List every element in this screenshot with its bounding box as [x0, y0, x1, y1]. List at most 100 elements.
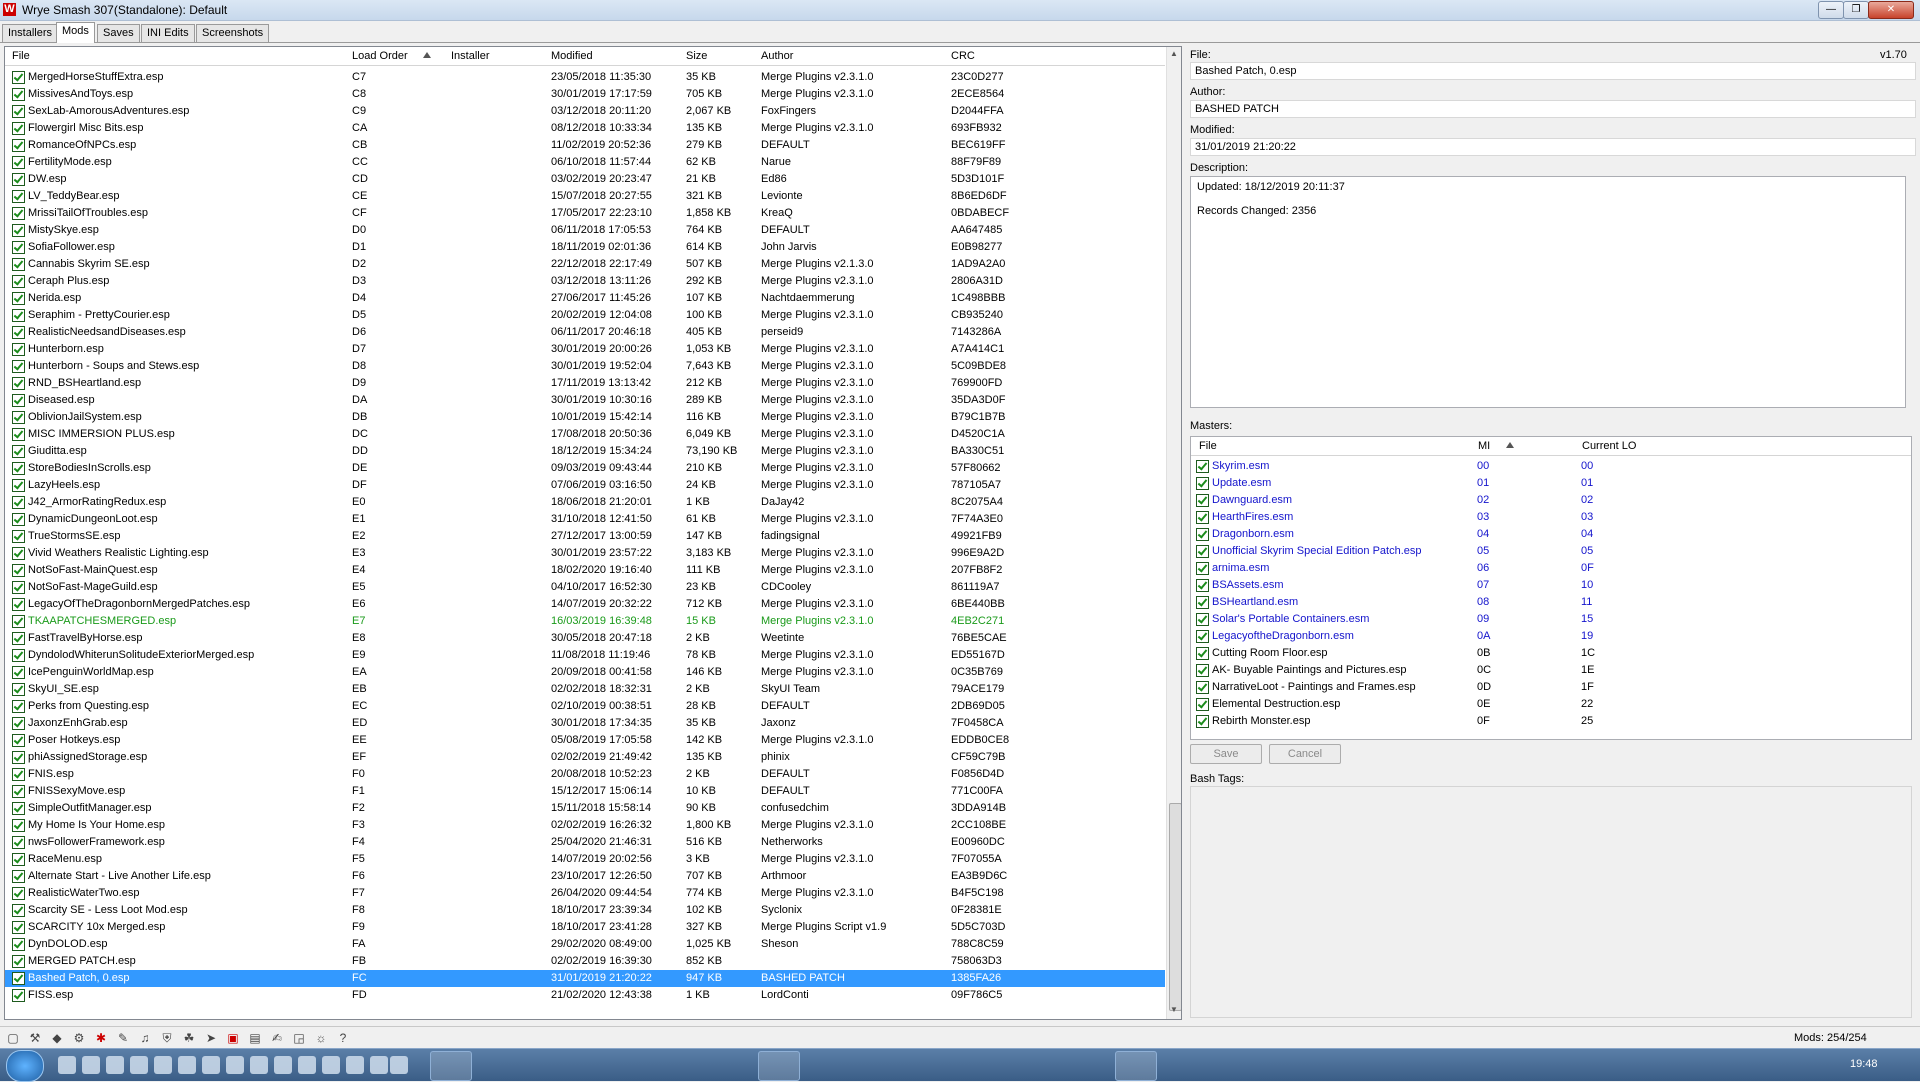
mod-checkbox[interactable] [12, 615, 25, 628]
col-author[interactable]: Author [761, 50, 793, 62]
tool-icon[interactable]: ⚒ [28, 1031, 42, 1045]
mod-checkbox[interactable] [12, 360, 25, 373]
star-icon[interactable]: ✱ [94, 1031, 108, 1045]
master-row[interactable]: Unofficial Skyrim Special Edition Patch.… [1191, 543, 1891, 560]
master-row[interactable]: AK- Buyable Paintings and Pictures.esp 0C… [1191, 662, 1891, 679]
master-row[interactable]: arnima.esm 06 0F [1191, 560, 1891, 577]
edit-icon[interactable]: ✍ [270, 1031, 284, 1045]
mod-checkbox[interactable] [12, 802, 25, 815]
mod-checkbox[interactable] [12, 853, 25, 866]
master-row[interactable]: BSHeartland.esm 08 11 [1191, 594, 1891, 611]
mod-checkbox[interactable] [12, 819, 25, 832]
master-row[interactable]: Solar's Portable Containers.esm 09 15 [1191, 611, 1891, 628]
table-row[interactable]: JaxonzEnhGrab.esp ED 30/01/2018 17:34:35 35… [5, 715, 1165, 732]
table-row[interactable]: SexLab-AmorousAdventures.esp C9 03/12/2018… [5, 103, 1165, 120]
table-row[interactable]: Giuditta.esp DD 18/12/2019 15:34:24 73,190 … [5, 443, 1165, 460]
mod-checkbox[interactable] [12, 394, 25, 407]
col-file[interactable]: File [12, 50, 30, 62]
table-row[interactable]: FISS.esp FD 21/02/2020 12:43:38 1 KB LordCon… [5, 987, 1165, 1004]
masters-col-file[interactable]: File [1199, 440, 1217, 452]
table-row[interactable]: FNIS.esp F0 20/08/2018 10:52:23 2 KB DEFAULT… [5, 766, 1165, 783]
mod-checkbox[interactable] [12, 411, 25, 424]
table-row[interactable]: Alternate Start - Live Another Life.esp F… [5, 868, 1165, 885]
master-row[interactable]: Skyrim.esm 00 00 [1191, 458, 1891, 475]
mod-checkbox[interactable] [12, 564, 25, 577]
folder-icon[interactable]: ◲ [292, 1031, 306, 1045]
author-field[interactable]: BASHED PATCH [1190, 100, 1916, 118]
col-modified[interactable]: Modified [551, 50, 593, 62]
table-row[interactable]: Ceraph Plus.esp D3 03/12/2018 13:11:26 292 … [5, 273, 1165, 290]
mods-list[interactable]: File Load Order Installer Modified Size … [4, 46, 1182, 1020]
mod-checkbox[interactable] [12, 122, 25, 135]
taskbar-app-icon[interactable] [298, 1056, 316, 1074]
file-field[interactable]: Bashed Patch, 0.esp [1190, 62, 1916, 80]
col-load-order[interactable]: Load Order [352, 50, 408, 62]
masters-col-current-lo[interactable]: Current LO [1582, 440, 1636, 452]
mod-checkbox[interactable] [12, 258, 25, 271]
mod-checkbox[interactable] [12, 207, 25, 220]
diamond-icon[interactable]: ◆ [50, 1031, 64, 1045]
master-checkbox[interactable] [1196, 477, 1209, 490]
mod-checkbox[interactable] [12, 445, 25, 458]
taskbar-app-icon[interactable] [58, 1056, 76, 1074]
masters-col-mi[interactable]: MI [1478, 440, 1490, 452]
taskbar-explorer-button[interactable] [430, 1051, 472, 1081]
mod-checkbox[interactable] [12, 547, 25, 560]
table-row[interactable]: Nerida.esp D4 27/06/2017 11:45:26 107 KB Nac… [5, 290, 1165, 307]
taskbar-app-icon[interactable] [202, 1056, 220, 1074]
table-row[interactable]: NotSoFast-MainQuest.esp E4 18/02/2020 19:1… [5, 562, 1165, 579]
table-row[interactable]: MERGED PATCH.esp FB 02/02/2019 16:39:30 852… [5, 953, 1165, 970]
mod-checkbox[interactable] [12, 666, 25, 679]
table-row[interactable]: SimpleOutfitManager.esp F2 15/11/2018 15:5… [5, 800, 1165, 817]
mod-checkbox[interactable] [12, 479, 25, 492]
launcher-icon[interactable]: ▣ [226, 1031, 240, 1045]
master-checkbox[interactable] [1196, 528, 1209, 541]
modified-field[interactable]: 31/01/2019 21:20:22 [1190, 138, 1916, 156]
mod-checkbox[interactable] [12, 581, 25, 594]
table-row[interactable]: MrissiTailOfTroubles.esp CF 17/05/2017 22:… [5, 205, 1165, 222]
cancel-button[interactable]: Cancel [1269, 744, 1341, 764]
headset-icon[interactable]: ♫ [138, 1031, 152, 1045]
table-row[interactable]: LazyHeels.esp DF 07/06/2019 03:16:50 24 KB M… [5, 477, 1165, 494]
table-row[interactable]: RaceMenu.esp F5 14/07/2019 20:02:56 3 KB Mer… [5, 851, 1165, 868]
table-row[interactable]: Hunterborn - Soups and Stews.esp D8 30/01/… [5, 358, 1165, 375]
master-row[interactable]: LegacyoftheDragonborn.esm 0A 19 [1191, 628, 1891, 645]
tab-installers[interactable]: Installers [2, 24, 59, 42]
table-row[interactable]: IcePenguinWorldMap.esp EA 20/09/2018 00:41… [5, 664, 1165, 681]
mod-checkbox[interactable] [12, 139, 25, 152]
table-row[interactable]: DynamicDungeonLoot.esp E1 31/10/2018 12:41… [5, 511, 1165, 528]
save-button[interactable]: Save [1190, 744, 1262, 764]
master-checkbox[interactable] [1196, 613, 1209, 626]
mod-checkbox[interactable] [12, 700, 25, 713]
mod-checkbox[interactable] [12, 785, 25, 798]
settings-icon[interactable]: ☼ [314, 1031, 328, 1045]
master-checkbox[interactable] [1196, 715, 1209, 728]
leaf-icon[interactable]: ☘ [182, 1031, 196, 1045]
table-row[interactable]: Poser Hotkeys.esp EE 05/08/2019 17:05:58 14… [5, 732, 1165, 749]
master-checkbox[interactable] [1196, 681, 1209, 694]
taskbar-app-icon[interactable] [130, 1056, 148, 1074]
help-icon[interactable]: ? [336, 1031, 350, 1045]
master-checkbox[interactable] [1196, 698, 1209, 711]
scroll-down-icon[interactable]: ▼ [1170, 1005, 1178, 1014]
table-row[interactable]: Flowergirl Misc Bits.esp CA 08/12/2018 10:… [5, 120, 1165, 137]
mod-checkbox[interactable] [12, 241, 25, 254]
master-checkbox[interactable] [1196, 579, 1209, 592]
taskbar-app-icon[interactable] [346, 1056, 364, 1074]
table-row[interactable]: MistySkye.esp D0 06/11/2018 17:05:53 764 KB… [5, 222, 1165, 239]
table-row[interactable]: Seraphim - PrettyCourier.esp D5 20/02/2019… [5, 307, 1165, 324]
table-row[interactable]: RealisticNeedsandDiseases.esp D6 06/11/201… [5, 324, 1165, 341]
table-row[interactable]: Perks from Questing.esp EC 02/10/2019 00:3… [5, 698, 1165, 715]
master-checkbox[interactable] [1196, 511, 1209, 524]
master-row[interactable]: Cutting Room Floor.esp 0B 1C [1191, 645, 1891, 662]
taskbar-app-icon[interactable] [250, 1056, 268, 1074]
taskbar-app-icon[interactable] [106, 1056, 124, 1074]
taskbar-app-icon[interactable] [274, 1056, 292, 1074]
taskbar-wrye-button[interactable] [1115, 1051, 1157, 1081]
tab-screenshots[interactable]: Screenshots [196, 24, 270, 42]
mod-checkbox[interactable] [12, 751, 25, 764]
table-row[interactable]: J42_ArmorRatingRedux.esp E0 18/06/2018 21:… [5, 494, 1165, 511]
mod-checkbox[interactable] [12, 377, 25, 390]
mod-checkbox[interactable] [12, 343, 25, 356]
master-row[interactable]: BSAssets.esm 07 10 [1191, 577, 1891, 594]
